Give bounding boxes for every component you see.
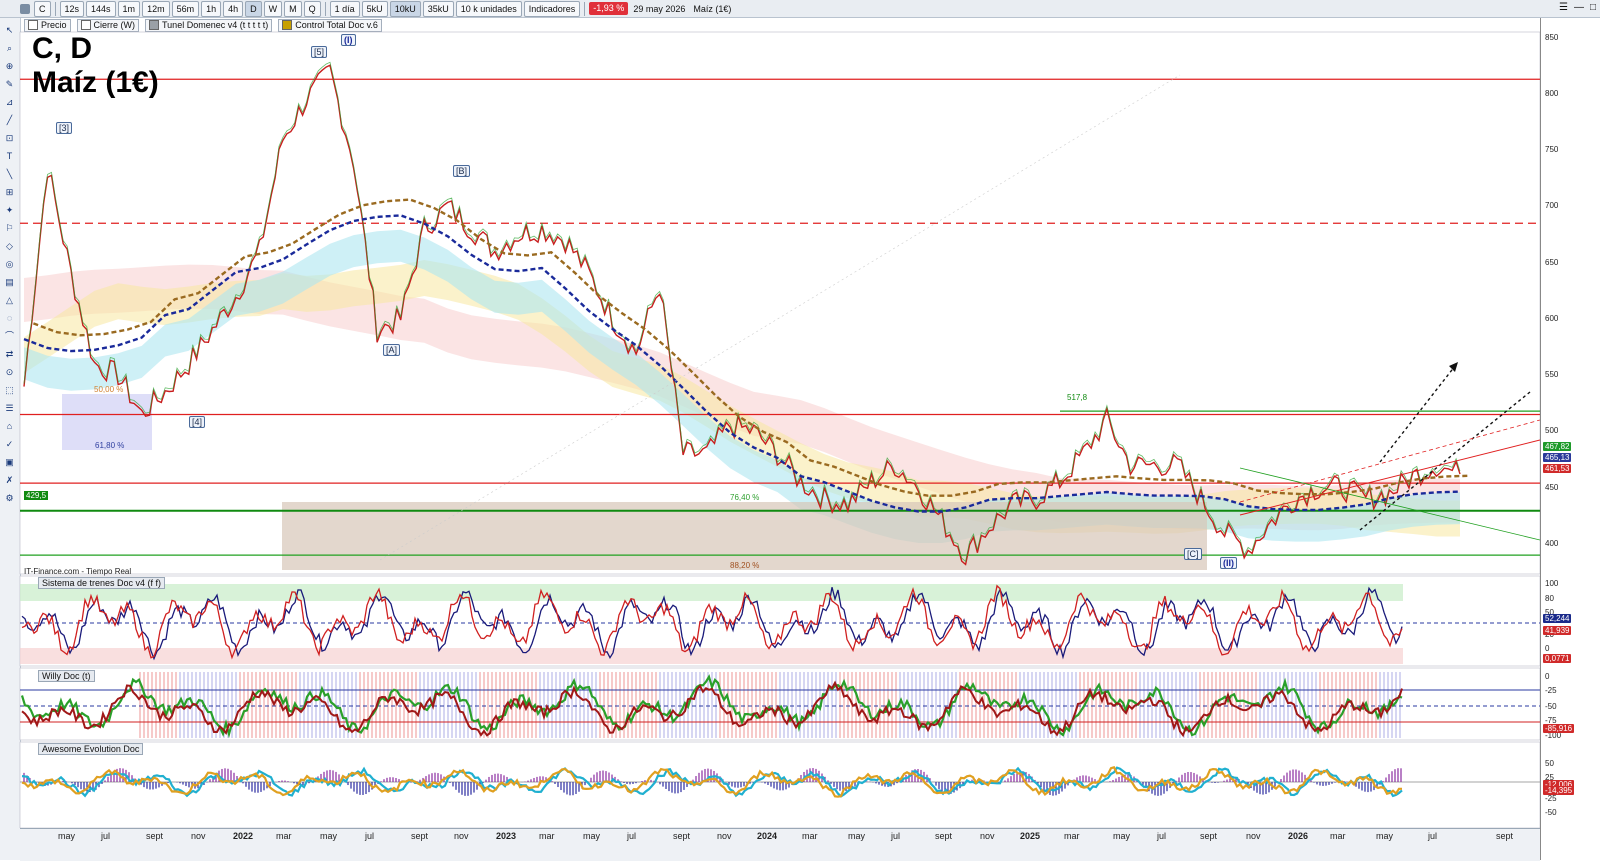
fib-618-label: 61,80 % xyxy=(95,441,125,450)
wave-label: (II) xyxy=(1220,557,1237,569)
fib-764-label: 76,40 % xyxy=(730,493,760,502)
trenes-tick-label: 80 xyxy=(1545,594,1554,603)
time-axis-label: sept xyxy=(935,831,953,841)
price-chart[interactable] xyxy=(0,0,1540,828)
panel-willy-label[interactable]: Willy Doc (t) xyxy=(38,670,95,682)
time-axis-label: may xyxy=(58,831,76,841)
willy-tick-label: -25 xyxy=(1545,686,1557,695)
price-tick-label: 600 xyxy=(1545,313,1559,323)
time-axis-label: mar xyxy=(276,831,292,841)
trenes-tick-label: 0 xyxy=(1545,644,1550,653)
chart-title-instrument: Maíz (1€) xyxy=(32,66,159,99)
maximize-icon[interactable]: □ xyxy=(1590,2,1596,13)
time-axis-label: sept xyxy=(411,831,429,841)
wave-label: [B] xyxy=(453,165,471,177)
time-axis-label: 2025 xyxy=(1020,831,1041,841)
price-tick-label: 800 xyxy=(1545,88,1559,98)
panel-awesome-label[interactable]: Awesome Evolution Doc xyxy=(38,743,144,755)
time-axis-label: mar xyxy=(1064,831,1080,841)
price-tick-label: 400 xyxy=(1545,538,1559,548)
time-axis-label: jul xyxy=(101,831,111,841)
time-axis-label: mar xyxy=(539,831,555,841)
level-4295-tag: 429,5 xyxy=(24,491,49,500)
wave-label: (I) xyxy=(341,34,356,46)
wave-label: [3] xyxy=(56,122,73,134)
time-axis-label: sept xyxy=(673,831,691,841)
awesome-value-tag: -14,395 xyxy=(1543,786,1575,795)
time-axis-label: may xyxy=(320,831,338,841)
awesome-tick-label: -50 xyxy=(1545,808,1557,817)
trenes-overbought-zone xyxy=(20,584,1403,601)
price-axis: 850 800 750 700 650 600 550 500 450 400 467,82 465,… xyxy=(1540,18,1600,860)
price-tick-label: 650 xyxy=(1545,257,1559,267)
time-axis-label: nov xyxy=(980,831,995,841)
price-tick-label: 450 xyxy=(1545,482,1559,492)
time-axis-label: sept xyxy=(146,831,164,841)
last-price-tag: 465,13 xyxy=(1543,453,1572,462)
time-axis-label: nov xyxy=(191,831,206,841)
wave-label: [4] xyxy=(189,416,206,428)
last-price-tag: 461,53 xyxy=(1543,464,1572,473)
time-axis-label: 2026 xyxy=(1288,831,1309,841)
price-tick-label: 550 xyxy=(1545,370,1559,380)
fib-50-label: 50,00 % xyxy=(94,385,124,394)
awesome-tick-label: 50 xyxy=(1545,759,1554,768)
time-axis: may jul sept nov 2022 mar may jul sept nov 2023 mar… xyxy=(20,828,1540,861)
time-axis-label: nov xyxy=(1246,831,1261,841)
time-axis-label: 2022 xyxy=(233,831,254,841)
wave-label: [C] xyxy=(1184,548,1202,560)
time-axis-label: nov xyxy=(454,831,469,841)
trenes-value-tag: 0,0771 xyxy=(1543,654,1572,663)
trenes-value-tag: 41,939 xyxy=(1543,626,1572,635)
window-controls: ☰ — □ xyxy=(1559,2,1596,13)
minimize-icon[interactable]: — xyxy=(1574,2,1584,13)
wave-label: [A] xyxy=(383,344,401,356)
willy-value-tag: -85,916 xyxy=(1543,724,1575,733)
time-axis-label: mar xyxy=(802,831,818,841)
price-tick-label: 500 xyxy=(1545,426,1559,436)
time-axis-label: sept xyxy=(1200,831,1218,841)
time-axis-label: may xyxy=(583,831,601,841)
price-tick-label: 750 xyxy=(1545,145,1559,155)
time-axis-label: mar xyxy=(1330,831,1346,841)
time-axis-label: may xyxy=(1376,831,1394,841)
time-axis-label: nov xyxy=(717,831,732,841)
price-tick-label: 850 xyxy=(1545,32,1559,42)
menu-icon[interactable]: ☰ xyxy=(1559,2,1568,13)
time-axis-label: jul xyxy=(627,831,637,841)
willy-tick-label: 0 xyxy=(1545,672,1550,681)
price-tick-label: 700 xyxy=(1545,201,1559,211)
trenes-value-tag: 52,244 xyxy=(1543,614,1572,623)
time-axis-label: 2024 xyxy=(757,831,778,841)
wave-label: [5] xyxy=(311,46,328,58)
trenes-tick-label: 100 xyxy=(1545,579,1559,588)
time-axis-label: jul xyxy=(1428,831,1438,841)
time-axis-label: sept xyxy=(1496,831,1514,841)
time-axis-label: 2023 xyxy=(496,831,517,841)
time-axis-label: jul xyxy=(365,831,375,841)
time-axis-label: may xyxy=(1113,831,1131,841)
time-axis-label: jul xyxy=(891,831,901,841)
support-zone-box xyxy=(282,502,1207,570)
awesome-tick-label: -25 xyxy=(1545,794,1557,803)
level-5178-label: 517,8 xyxy=(1067,393,1088,402)
time-axis-label: may xyxy=(848,831,866,841)
last-price-tag: 467,82 xyxy=(1543,442,1572,451)
fib-882-label: 88,20 % xyxy=(730,561,760,570)
trenes-oversold-zone xyxy=(20,648,1403,664)
panel-trenes-label[interactable]: Sistema de trenes Doc v4 (f f) xyxy=(38,577,166,589)
data-source-label: IT-Finance.com - Tiempo Real xyxy=(24,567,132,576)
chart-title: C, D Maíz (1€) xyxy=(32,32,159,100)
chart-title-symbol: C, D xyxy=(32,32,92,65)
willy-tick-label: -50 xyxy=(1545,702,1557,711)
time-axis-label: jul xyxy=(1157,831,1167,841)
